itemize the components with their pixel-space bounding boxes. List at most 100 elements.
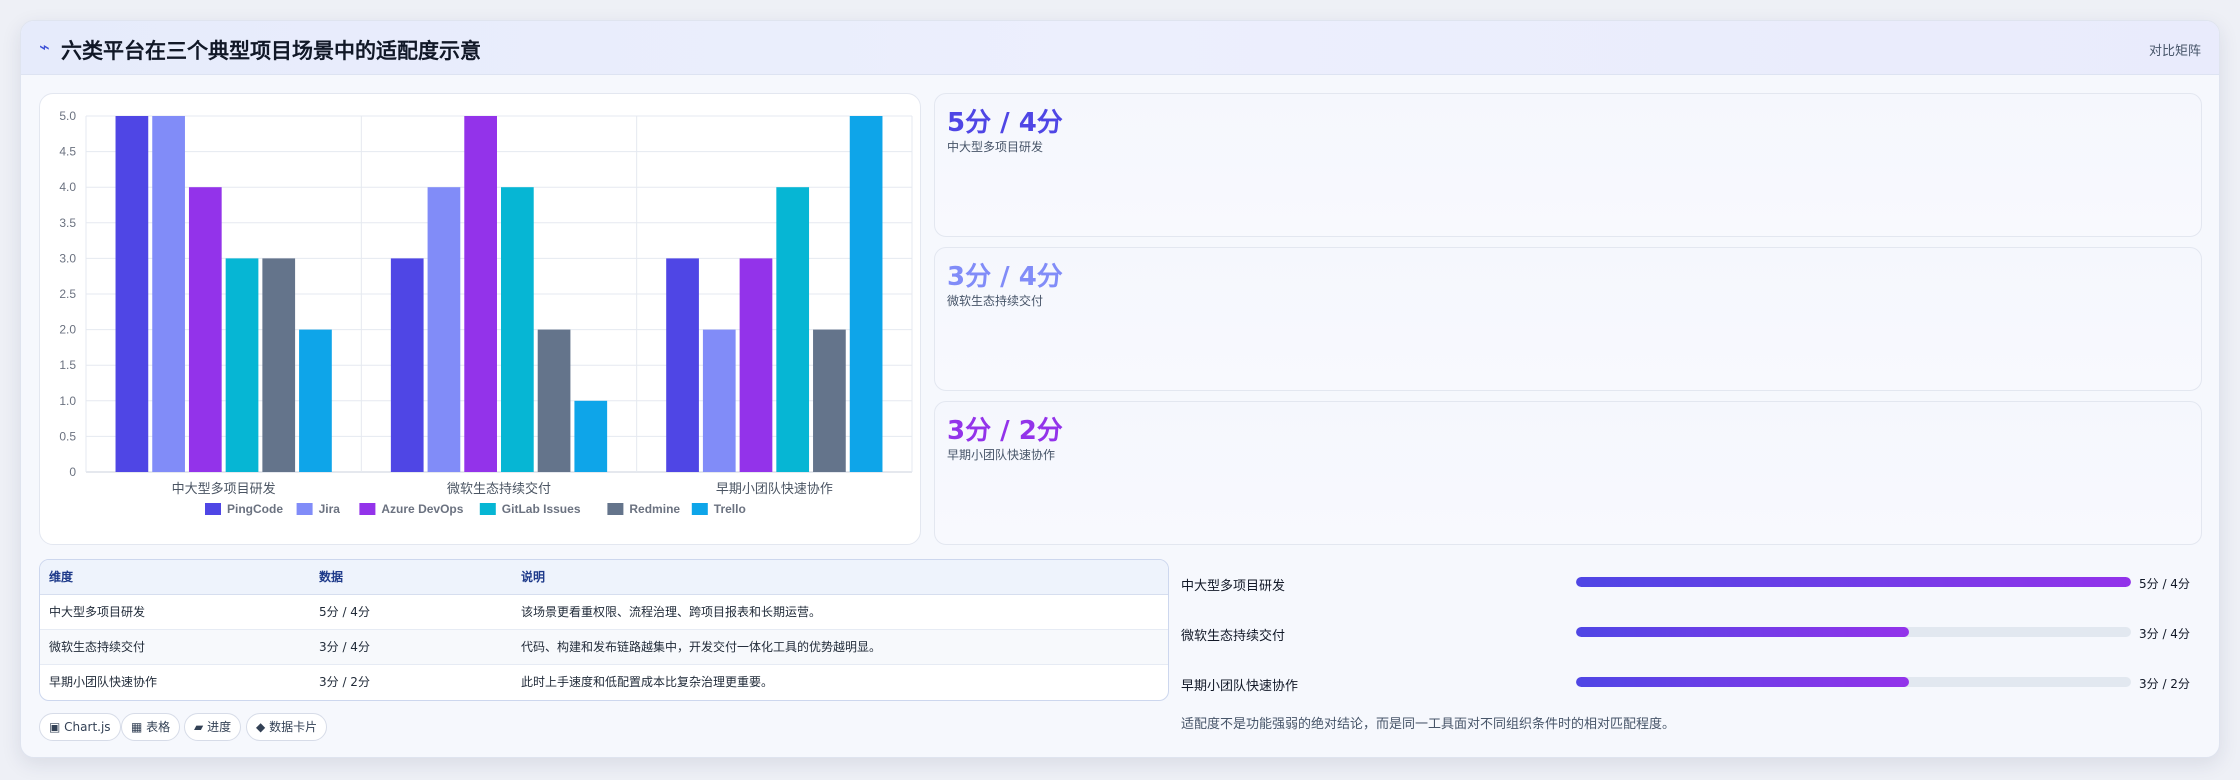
- score-card: 5分 / 4分 中大型多项目研发: [934, 93, 2202, 237]
- progress-track: [1576, 677, 2131, 687]
- table-row: 早期小团队快速协作 3分 / 2分 此时上手速度和低配置成本比复杂治理更重要。: [40, 664, 1168, 699]
- legend-swatch: [359, 503, 376, 515]
- bar: [666, 258, 699, 472]
- bar: [739, 258, 773, 472]
- column-header: 维度: [40, 560, 310, 595]
- x-tick-label: 微软生态持续交付: [447, 481, 551, 497]
- legend-label: Redmine: [629, 502, 680, 516]
- progress-label: 早期小团队快速协作: [1181, 679, 1299, 694]
- progress-label: 微软生态持续交付: [1181, 629, 1286, 644]
- card-header: ⌁ 六类平台在三个典型项目场景中的适配度示意 对比矩阵: [21, 21, 2219, 75]
- legend-swatch: [479, 503, 496, 515]
- y-tick-label: 1.0: [59, 394, 76, 408]
- bar: [152, 116, 185, 472]
- y-tick-label: 0: [69, 465, 76, 479]
- progress-row: 早期小团队快速协作 3分 / 2分: [1181, 673, 2201, 694]
- bar-chart: 0 0.5 1.0 1.5 2.0 2.5 3.0 3.5 4.0 4.5 5.0 中大型多项目研发 微…: [59, 109, 913, 516]
- legend-label: Azure DevOps: [381, 502, 463, 516]
- legend-label: PingCode: [227, 502, 283, 516]
- bar: [299, 329, 332, 472]
- score-card: 3分 / 4分 微软生态持续交付: [934, 247, 2202, 391]
- table-cell: 微软生态持续交付: [40, 629, 310, 665]
- y-tick-label: 4.5: [59, 145, 76, 159]
- chip-chartjs[interactable]: ▣ Chart.js: [39, 713, 121, 741]
- bar: [501, 187, 534, 472]
- progress-fill: [1576, 677, 1909, 687]
- legend-swatch: [205, 503, 221, 515]
- bar: [776, 187, 810, 472]
- y-tick-label: 3.5: [59, 216, 76, 230]
- table-cell: 5分 / 4分: [310, 594, 512, 630]
- chip-data-cards[interactable]: ◆ 数据卡片: [246, 713, 328, 741]
- table-cell: 代码、构建和发布链路越集中，开发交付一体化工具的优势越明显。: [512, 629, 1168, 665]
- legend-label: Trello: [714, 502, 746, 516]
- progress-row: 中大型多项目研发 5分 / 4分: [1181, 573, 2201, 594]
- legend-swatch: [691, 503, 708, 515]
- table-cell: 3分 / 2分: [319, 675, 370, 690]
- chip-table[interactable]: ▦ 表格: [121, 713, 181, 741]
- bar: [849, 116, 883, 472]
- bar: [813, 329, 846, 472]
- progress-value: 3分 / 4分: [2139, 627, 2190, 641]
- table-cell: 中大型多项目研发: [40, 594, 310, 630]
- y-tick-label: 2.5: [59, 287, 76, 301]
- progress-track: [1576, 577, 2131, 587]
- chip-label: 表格: [146, 720, 171, 734]
- progress-label: 中大型多项目研发: [1181, 579, 1286, 594]
- score-card: 3分 / 2分 早期小团队快速协作: [934, 401, 2202, 545]
- score-value: 5分 / 4分: [947, 108, 1063, 138]
- y-tick-label: 3.0: [59, 251, 76, 265]
- progress-fill: [1576, 577, 2131, 587]
- table-row: 中大型多项目研发 5分 / 4分 该场景更看重权限、流程治理、跨项目报表和长期运…: [40, 594, 1168, 630]
- bar: [537, 329, 571, 472]
- legend-swatch: [607, 503, 624, 515]
- bar: [390, 258, 424, 472]
- table-cell: 早期小团队快速协作: [49, 675, 158, 690]
- progress-value: 3分 / 2分: [2139, 677, 2190, 691]
- score-label: 早期小团队快速协作: [947, 448, 1056, 462]
- progress-fill: [1576, 627, 1909, 637]
- table-cell: 此时上手速度和低配置成本比复杂治理更重要。: [521, 675, 774, 690]
- legend-label: GitLab Issues: [502, 502, 581, 516]
- chip-label: Chart.js: [64, 720, 111, 734]
- x-tick-label: 中大型多项目研发: [172, 481, 276, 497]
- table-header-row: 维度 数据 说明: [40, 560, 1168, 595]
- progress-row: 微软生态持续交付 3分 / 4分: [1181, 623, 2201, 644]
- table-cell: 3分 / 4分: [310, 629, 512, 665]
- y-tick-label: 1.5: [59, 358, 76, 372]
- y-tick-label: 2.0: [59, 323, 76, 337]
- chart-icon: ▣: [49, 720, 61, 734]
- score-label: 微软生态持续交付: [947, 294, 1044, 308]
- chip-label: 数据卡片: [269, 720, 318, 734]
- matrix-card: ⌁ 六类平台在三个典型项目场景中的适配度示意 对比矩阵 0 0.5 1.0 1.5 2.…: [20, 20, 2220, 758]
- column-header: 数据: [310, 560, 512, 595]
- y-tick-label: 4.0: [59, 180, 76, 194]
- page-title: 六类平台在三个典型项目场景中的适配度示意: [61, 39, 481, 63]
- column-header: 说明: [512, 560, 1168, 595]
- x-tick-label: 早期小团队快速协作: [716, 482, 833, 497]
- progress-track: [1576, 627, 2131, 637]
- y-tick-label: 5.0: [59, 109, 76, 123]
- y-tick-label: 0.5: [59, 429, 76, 443]
- bar: [262, 258, 296, 472]
- activity-icon: ⌁: [39, 37, 50, 58]
- bar: [115, 116, 149, 472]
- bar: [464, 116, 497, 472]
- progress-value: 5分 / 4分: [2139, 577, 2190, 591]
- bar: [225, 258, 259, 472]
- chart-panel: 0 0.5 1.0 1.5 2.0 2.5 3.0 3.5 4.0 4.5 5.0 中大型多项目研发 微…: [39, 93, 921, 545]
- bar: [188, 187, 222, 472]
- footnote: 适配度不是功能强弱的绝对结论，而是同一工具面对不同组织条件时的相对匹配程度。: [1181, 717, 1676, 732]
- header-tag: 对比矩阵: [2148, 44, 2201, 59]
- bar: [574, 400, 608, 472]
- chip-progress[interactable]: ▰ 进度: [184, 713, 242, 741]
- progress-icon: ▰: [194, 720, 204, 734]
- chip-label: 进度: [207, 720, 232, 734]
- score-value: 3分 / 2分: [947, 416, 1063, 446]
- bar: [702, 329, 736, 472]
- diamond-icon: ◆: [256, 720, 266, 734]
- bar: [427, 187, 461, 472]
- table-cell: 该场景更看重权限、流程治理、跨项目报表和长期运营。: [512, 594, 1168, 630]
- legend-swatch: [296, 503, 313, 515]
- score-value: 3分 / 4分: [947, 262, 1063, 292]
